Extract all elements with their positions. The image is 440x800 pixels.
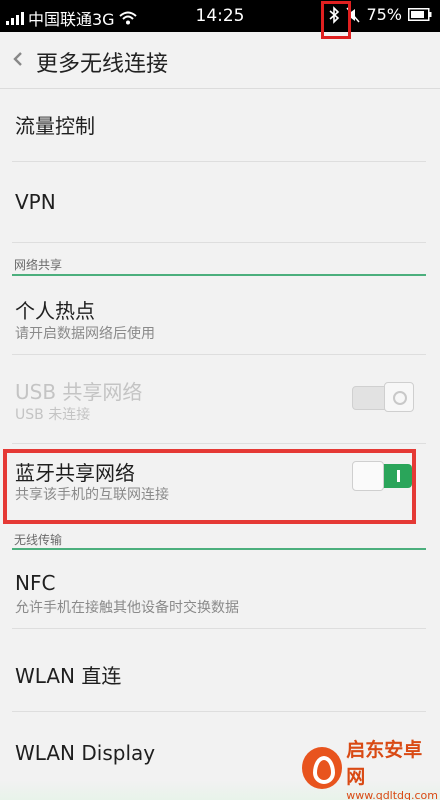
list-item-wlan-direct[interactable]: WLAN 直连: [0, 629, 440, 711]
list-item-subtitle: 请开启数据网络后使用: [15, 326, 155, 342]
battery-icon: [408, 8, 432, 21]
usb-tethering-switch: [352, 382, 414, 414]
list-item-nfc[interactable]: NFC 允许手机在接触其他设备时交换数据: [0, 551, 440, 628]
battery-percent: 75%: [366, 5, 402, 24]
bluetooth-tethering-switch[interactable]: [352, 460, 414, 492]
list-item-subtitle: 共享该手机的互联网连接: [15, 487, 169, 503]
list-item-title: NFC: [15, 571, 56, 595]
list-item-title: USB 共享网络: [15, 380, 143, 404]
watermark: 启东安卓网 www.qdltdq.com: [302, 738, 438, 800]
list-item-data-usage[interactable]: 流量控制: [0, 89, 440, 161]
list-item-title: 蓝牙共享网络: [15, 461, 135, 485]
list-item-title: 个人热点: [15, 299, 95, 323]
list-item-subtitle: USB 未连接: [15, 407, 91, 423]
list-item-vpn[interactable]: VPN: [0, 162, 440, 242]
list-item-title: WLAN 直连: [15, 664, 122, 688]
watermark-url: www.qdltdq.com: [346, 788, 438, 800]
section-divider: [12, 274, 426, 276]
bluetooth-icon: [328, 5, 340, 24]
status-right: 75%: [328, 5, 432, 24]
list-item-title: 流量控制: [15, 114, 95, 138]
watermark-name: 启东安卓网: [346, 738, 423, 788]
list-item-subtitle: 允许手机在接触其他设备时交换数据: [15, 600, 239, 616]
divider: [12, 242, 426, 243]
watermark-logo-icon: [302, 747, 343, 789]
list-item-hotspot[interactable]: 个人热点 请开启数据网络后使用: [0, 277, 440, 353]
chevron-left-icon[interactable]: [12, 50, 28, 70]
list-item-title: WLAN Display: [15, 741, 156, 765]
section-divider: [12, 548, 426, 550]
page-header: 更多无线连接: [0, 32, 440, 88]
list-item-bluetooth-tethering[interactable]: 蓝牙共享网络 共享该手机的互联网连接: [0, 444, 440, 530]
mute-icon: [346, 7, 361, 23]
page-title: 更多无线连接: [36, 52, 169, 77]
status-bar: 中国联通3G 14:25 75%: [0, 0, 440, 39]
list-item-usb-tethering: USB 共享网络 USB 未连接: [0, 355, 440, 442]
section-header-wireless-transfer: 无线传输: [14, 533, 63, 547]
list-item-title: VPN: [15, 190, 56, 214]
section-header-tethering: 网络共享: [14, 258, 63, 272]
